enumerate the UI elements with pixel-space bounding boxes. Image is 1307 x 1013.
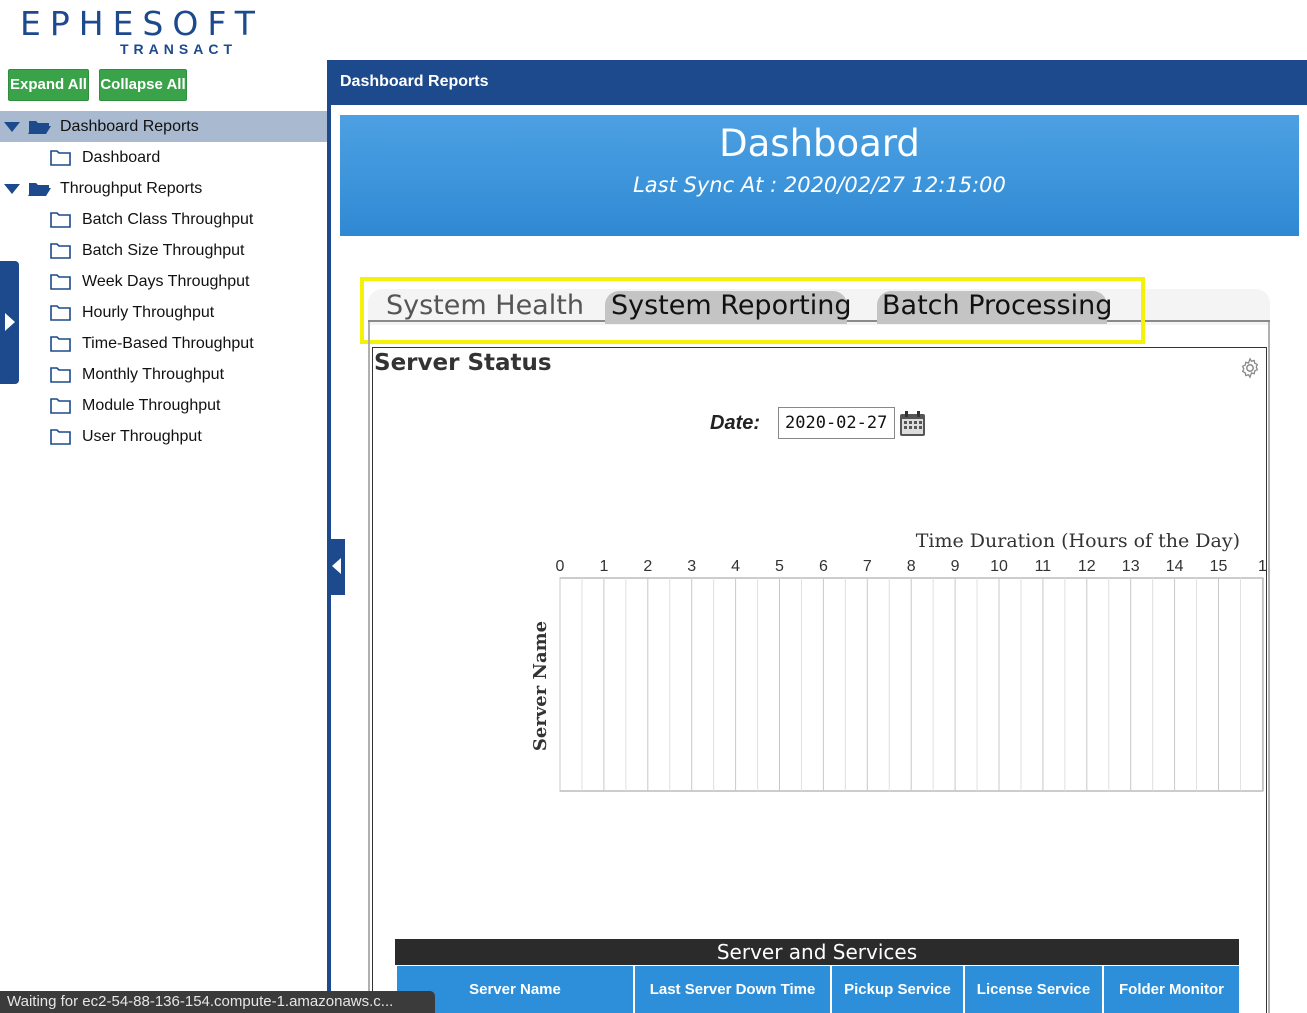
x-tick-label: 1 bbox=[599, 558, 608, 575]
chevron-right-icon bbox=[5, 313, 15, 331]
folder-icon bbox=[50, 429, 71, 445]
x-tick-label: 2 bbox=[643, 558, 652, 575]
x-tick-label: 7 bbox=[863, 558, 872, 575]
x-tick-label: 11 bbox=[1035, 558, 1052, 575]
x-tick-label: 13 bbox=[1122, 558, 1140, 575]
logo-subtext: TRANSACT bbox=[120, 41, 237, 57]
page-title: Dashboard bbox=[719, 122, 920, 165]
expanded-arrow-icon[interactable] bbox=[4, 122, 20, 132]
tree-item-label: Batch Size Throughput bbox=[82, 242, 245, 259]
collapse-all-button[interactable]: Collapse All bbox=[99, 69, 187, 101]
tree-item-label: Hourly Throughput bbox=[82, 304, 215, 321]
folder-icon bbox=[50, 398, 71, 414]
date-field[interactable]: 2020-02-27 bbox=[778, 407, 895, 439]
tree-group-dashboard-reports[interactable]: Dashboard Reports bbox=[0, 111, 327, 142]
ephesoft-logo: EPHESOFT TRANSACT bbox=[20, 4, 255, 60]
tree-item-user-throughput[interactable]: User Throughput bbox=[0, 421, 327, 452]
tree-group-label: Throughput Reports bbox=[60, 180, 203, 197]
expand-sidebar-handle[interactable] bbox=[0, 261, 19, 384]
x-tick-label: 12 bbox=[1078, 558, 1096, 575]
x-tick-label: 14 bbox=[1166, 558, 1184, 575]
folder-icon bbox=[50, 243, 71, 259]
folder-open-icon bbox=[28, 183, 51, 196]
sidebar-divider[interactable] bbox=[327, 60, 331, 1013]
x-tick-label: 3 bbox=[687, 558, 696, 575]
chevron-left-icon bbox=[332, 558, 341, 574]
x-tick-label: 10 bbox=[990, 558, 1008, 575]
tree-item-monthly-throughput[interactable]: Monthly Throughput bbox=[0, 359, 327, 390]
folder-icon bbox=[50, 212, 71, 228]
y-axis-label: Server Name bbox=[530, 621, 551, 751]
x-tick-label: 15 bbox=[1210, 558, 1228, 575]
column-license-service[interactable]: License Service bbox=[963, 966, 1102, 1013]
expand-all-button[interactable]: Expand All bbox=[8, 69, 89, 101]
tree-item-module-throughput[interactable]: Module Throughput bbox=[0, 390, 327, 421]
column-last-server-down-time[interactable]: Last Server Down Time bbox=[633, 966, 830, 1013]
services-table-title: Server and Services bbox=[395, 939, 1239, 965]
folder-icon bbox=[50, 367, 71, 383]
browser-status-bar: Waiting for ec2-54-88-136-154.compute-1.… bbox=[0, 991, 435, 1013]
folder-icon bbox=[50, 336, 71, 352]
tree-item-label: Monthly Throughput bbox=[82, 366, 225, 383]
date-label: Date: bbox=[710, 412, 761, 434]
chart-title: Time Duration (Hours of the Day) bbox=[916, 530, 1240, 552]
tree-item-label: Week Days Throughput bbox=[82, 273, 250, 290]
folder-icon bbox=[50, 305, 71, 321]
column-folder-monitor[interactable]: Folder Monitor bbox=[1102, 966, 1239, 1013]
x-tick-label: 1 bbox=[1258, 558, 1267, 575]
tree-group-label: Dashboard Reports bbox=[60, 118, 199, 135]
tree-item-week-days-throughput[interactable]: Week Days Throughput bbox=[0, 266, 327, 297]
tree-item-label: User Throughput bbox=[82, 428, 202, 445]
tree-group-throughput-reports[interactable]: Throughput Reports bbox=[0, 173, 327, 204]
x-tick-label: 6 bbox=[819, 558, 828, 575]
x-tick-label: 8 bbox=[907, 558, 916, 575]
column-pickup-service[interactable]: Pickup Service bbox=[830, 966, 963, 1013]
tree-item-label: Dashboard bbox=[82, 149, 161, 166]
calendar-icon[interactable] bbox=[899, 410, 926, 437]
tree-item-label: Time-Based Throughput bbox=[82, 335, 254, 352]
expanded-arrow-icon[interactable] bbox=[4, 184, 20, 194]
x-tick-label: 5 bbox=[775, 558, 784, 575]
server-status-chart: Time Duration (Hours of the Day) Server … bbox=[530, 530, 1267, 792]
x-tick-label: 4 bbox=[731, 558, 740, 575]
folder-icon bbox=[50, 150, 71, 166]
panel-title: Server Status bbox=[374, 350, 552, 376]
tree-item-label: Module Throughput bbox=[82, 397, 221, 414]
tree-item-dashboard[interactable]: Dashboard bbox=[0, 142, 327, 173]
tree-item-label: Batch Class Throughput bbox=[82, 211, 254, 228]
main-header: Dashboard Reports bbox=[331, 60, 1307, 105]
folder-icon bbox=[50, 274, 71, 290]
collapse-sidebar-handle[interactable] bbox=[331, 539, 345, 595]
x-tick-label: 9 bbox=[951, 558, 960, 575]
last-sync-text: Last Sync At : 2020/02/27 12:15:00 bbox=[633, 173, 1006, 197]
tree-item-batch-class-throughput[interactable]: Batch Class Throughput bbox=[0, 204, 327, 235]
gear-icon[interactable] bbox=[1239, 357, 1261, 379]
folder-open-icon bbox=[28, 121, 51, 134]
dashboard-banner: Dashboard Last Sync At : 2020/02/27 12:1… bbox=[340, 115, 1299, 236]
tree-item-batch-size-throughput[interactable]: Batch Size Throughput bbox=[0, 235, 327, 266]
tree-item-hourly-throughput[interactable]: Hourly Throughput bbox=[0, 297, 327, 328]
left-panel: EPHESOFT TRANSACT Expand All Collapse Al… bbox=[0, 0, 328, 1013]
x-tick-label: 0 bbox=[556, 558, 565, 575]
tree-item-time-based-throughput[interactable]: Time-Based Throughput bbox=[0, 328, 327, 359]
logo-text: EPHESOFT bbox=[20, 4, 264, 43]
